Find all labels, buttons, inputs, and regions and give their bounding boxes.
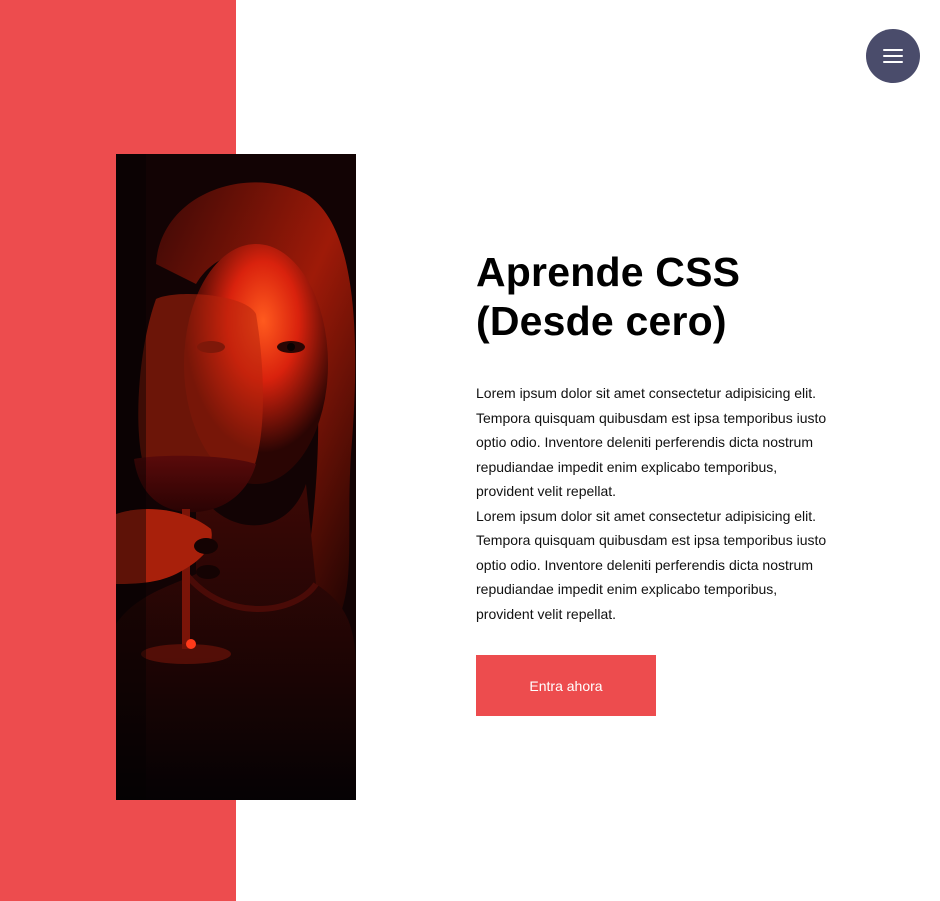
cta-button[interactable]: Entra ahora <box>476 655 656 716</box>
intro-paragraph: Lorem ipsum dolor sit amet consectetur a… <box>476 385 827 499</box>
hero-photo <box>116 154 356 800</box>
hero-content: Aprende CSS (Desde cero) Lorem ipsum dol… <box>476 248 856 716</box>
menu-button[interactable] <box>866 29 920 83</box>
title-line-2: (Desde cero) <box>476 298 727 344</box>
page-title: Aprende CSS (Desde cero) <box>476 248 856 346</box>
intro-text: Lorem ipsum dolor sit amet consectetur a… <box>476 381 836 626</box>
title-line-1: Aprende CSS <box>476 249 741 295</box>
intro-paragraph: Lorem ipsum dolor sit amet consectetur a… <box>476 507 827 622</box>
hamburger-menu-icon <box>883 49 903 63</box>
landing-page: Aprende CSS (Desde cero) Lorem ipsum dol… <box>0 0 940 901</box>
